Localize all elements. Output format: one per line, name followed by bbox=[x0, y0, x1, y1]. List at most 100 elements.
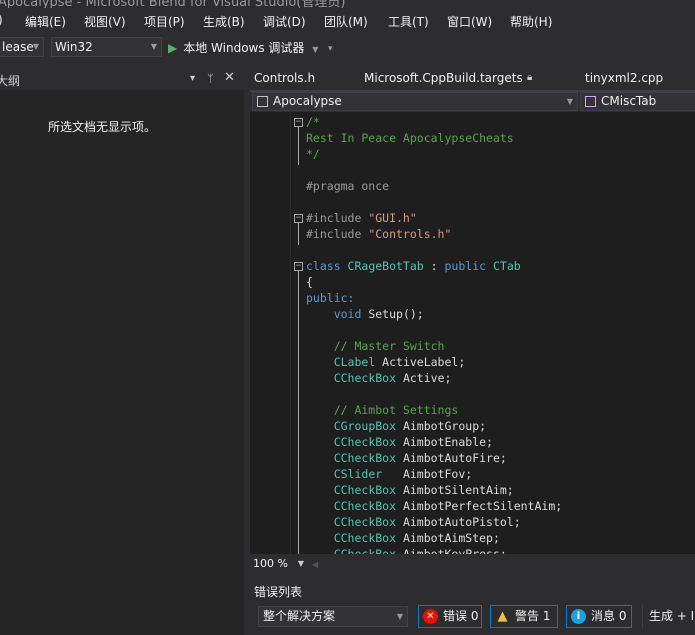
code-token: #include bbox=[306, 227, 369, 241]
code-line[interactable]: // Master Switch bbox=[306, 338, 445, 354]
code-line[interactable]: */ bbox=[306, 146, 320, 162]
code-token: CLabel bbox=[333, 355, 383, 369]
menu-window[interactable]: 窗口(W) bbox=[447, 13, 492, 30]
platform-select[interactable]: Win32 ▼ bbox=[51, 37, 162, 57]
window-position-dropdown-icon[interactable]: ▾ bbox=[190, 73, 195, 84]
messages-filter-button[interactable]: i 消息 0 bbox=[566, 605, 632, 628]
outline-title: 大纲 bbox=[0, 74, 21, 88]
project-nav-select[interactable]: Apocalypse ▼ bbox=[252, 92, 578, 111]
code-token: // Master Switch bbox=[306, 339, 445, 353]
code-token: ActiveLabel; bbox=[382, 355, 466, 369]
code-line[interactable]: Rest In Peace ApocalypseCheats bbox=[306, 130, 514, 146]
tab-tinyxml2-cpp[interactable]: tinyxml2.cpp bbox=[585, 71, 663, 85]
fold-guide bbox=[298, 271, 299, 554]
code-token: AimbotKeyPress; bbox=[402, 547, 507, 554]
menu-project[interactable]: 项目(P) bbox=[144, 13, 185, 30]
code-token: CSlider bbox=[333, 467, 403, 481]
navigation-bar: Apocalypse ▼ CMiscTab bbox=[250, 92, 695, 112]
run-label: 本地 Windows 调试器 bbox=[183, 41, 305, 55]
code-line[interactable]: #include "Controls.h" bbox=[306, 226, 451, 242]
build-intellisense-select[interactable]: 生成 + I bbox=[642, 605, 694, 628]
error-scope-value: 整个解决方案 bbox=[263, 609, 336, 623]
code-line[interactable]: CCheckBox AimbotKeyPress; bbox=[306, 546, 507, 554]
code-token: "Controls.h" bbox=[368, 227, 452, 241]
code-line[interactable]: CCheckBox Active; bbox=[306, 370, 452, 386]
code-line[interactable]: CCheckBox AimbotSilentAim; bbox=[306, 482, 514, 498]
menu-edit[interactable]: 编辑(E) bbox=[25, 13, 66, 30]
close-icon[interactable]: ✕ bbox=[224, 70, 235, 85]
code-editor[interactable]: /* Rest In Peace ApocalypseCheats */ #pragm… bbox=[250, 112, 695, 554]
tab-controls-h[interactable]: Controls.h bbox=[254, 71, 315, 85]
code-line[interactable]: CGroupBox AimbotGroup; bbox=[306, 418, 486, 434]
title-bar: Apocalypse - Microsoft Blend for Visual … bbox=[0, 0, 695, 8]
code-token: CCheckBox bbox=[333, 451, 403, 465]
chevron-down-icon[interactable]: ▼ bbox=[312, 45, 318, 54]
code-token: CCheckBox bbox=[333, 515, 403, 529]
code-token: AimbotGroup; bbox=[402, 419, 487, 433]
menu-tools[interactable]: 工具(T) bbox=[388, 13, 429, 30]
code-line[interactable]: CCheckBox AimbotAimStep; bbox=[306, 530, 500, 546]
code-line[interactable]: CCheckBox AimbotPerfectSilentAim; bbox=[306, 498, 563, 514]
tab-cppbuild-targets[interactable]: Microsoft.CppBuild.targets bbox=[364, 71, 523, 85]
outline-pane: 所选文档无显示项。 bbox=[0, 90, 244, 635]
menu-bar: ) 编辑(E) 视图(V) 项目(P) 生成(B) 调试(D) 团队(M) 工具… bbox=[0, 10, 695, 32]
chevron-down-icon: ▼ bbox=[396, 612, 403, 621]
menu-build[interactable]: 生成(B) bbox=[203, 13, 245, 30]
code-line[interactable]: CCheckBox AimbotAutoPistol; bbox=[306, 514, 521, 530]
code-line[interactable]: /* bbox=[306, 114, 320, 130]
pin-icon[interactable]: ᛘ bbox=[207, 72, 214, 85]
fold-toggle-icon[interactable]: − bbox=[294, 118, 303, 127]
menu-view[interactable]: 视图(V) bbox=[84, 13, 126, 30]
zoom-select[interactable]: 100 % ▼ bbox=[250, 555, 308, 573]
menu-help[interactable]: 帮助(H) bbox=[510, 13, 552, 30]
code-line[interactable]: CCheckBox AimbotAutoFire; bbox=[306, 450, 507, 466]
scroll-left-icon[interactable]: ◀ bbox=[312, 560, 318, 569]
fold-toggle-icon[interactable]: − bbox=[294, 214, 303, 223]
code-line[interactable]: { bbox=[306, 274, 313, 290]
code-token: Active; bbox=[402, 371, 452, 385]
code-line[interactable]: class CRageBotTab : public CTab bbox=[306, 258, 521, 274]
project-nav-value: Apocalypse bbox=[273, 94, 342, 108]
menu-team[interactable]: 团队(M) bbox=[324, 13, 368, 30]
code-token: CCheckBox bbox=[333, 435, 403, 449]
code-token: #pragma once bbox=[306, 179, 390, 193]
error-scope-select[interactable]: 整个解决方案 ▼ bbox=[258, 606, 408, 627]
code-token: class bbox=[306, 259, 348, 273]
menu-file-partial[interactable]: ) bbox=[0, 13, 3, 27]
code-line[interactable]: CCheckBox AimbotEnable; bbox=[306, 434, 493, 450]
code-token: CCheckBox bbox=[333, 547, 403, 554]
error-list-header: 错误列表 bbox=[250, 580, 695, 602]
window-title: Apocalypse - Microsoft Blend for Visual … bbox=[0, 0, 346, 8]
scope-nav-select[interactable]: CMiscTab bbox=[580, 92, 695, 111]
code-line[interactable]: #pragma once bbox=[306, 178, 389, 194]
code-token: AimbotPerfectSilentAim; bbox=[402, 499, 563, 513]
start-debugging-button[interactable]: ▶ 本地 Windows 调试器 ▼ bbox=[168, 39, 318, 56]
errors-filter-button[interactable]: ✕ 错误 0 bbox=[418, 605, 482, 628]
menu-debug[interactable]: 调试(D) bbox=[263, 13, 306, 30]
zoom-value: 100 % bbox=[253, 557, 288, 570]
chevron-down-icon: ▼ bbox=[297, 559, 304, 568]
scope-nav-value: CMiscTab bbox=[601, 94, 657, 108]
play-icon: ▶ bbox=[168, 41, 178, 55]
code-token: AimbotAutoFire; bbox=[402, 451, 507, 465]
outline-header: 大纲 ▾ ᛘ ✕ bbox=[0, 70, 244, 90]
fold-toggle-icon[interactable]: − bbox=[294, 262, 303, 271]
warnings-filter-button[interactable]: ▲ 警告 1 bbox=[490, 605, 558, 628]
error-list-toolbar: 整个解决方案 ▼ ✕ 错误 0 ▲ 警告 1 i 消息 0 生成 + I bbox=[250, 603, 695, 631]
code-token: Setup(); bbox=[368, 307, 424, 321]
code-token: // Aimbot Settings bbox=[306, 403, 459, 417]
code-line[interactable]: public: bbox=[306, 290, 354, 306]
toolbar-overflow-icon[interactable]: ▾ bbox=[328, 44, 333, 54]
configuration-select[interactable]: lease ▼ bbox=[0, 37, 44, 57]
code-token: void bbox=[333, 307, 369, 321]
code-token: { bbox=[306, 275, 313, 289]
code-line[interactable]: CSlider AimbotFov; bbox=[306, 466, 473, 482]
errors-filter-label: 错误 0 bbox=[443, 609, 479, 623]
code-line[interactable]: CLabel ActiveLabel; bbox=[306, 354, 466, 370]
code-line[interactable]: void Setup(); bbox=[306, 306, 424, 322]
code-line[interactable]: // Aimbot Settings bbox=[306, 402, 459, 418]
code-line[interactable]: #include "GUI.h" bbox=[306, 210, 417, 226]
